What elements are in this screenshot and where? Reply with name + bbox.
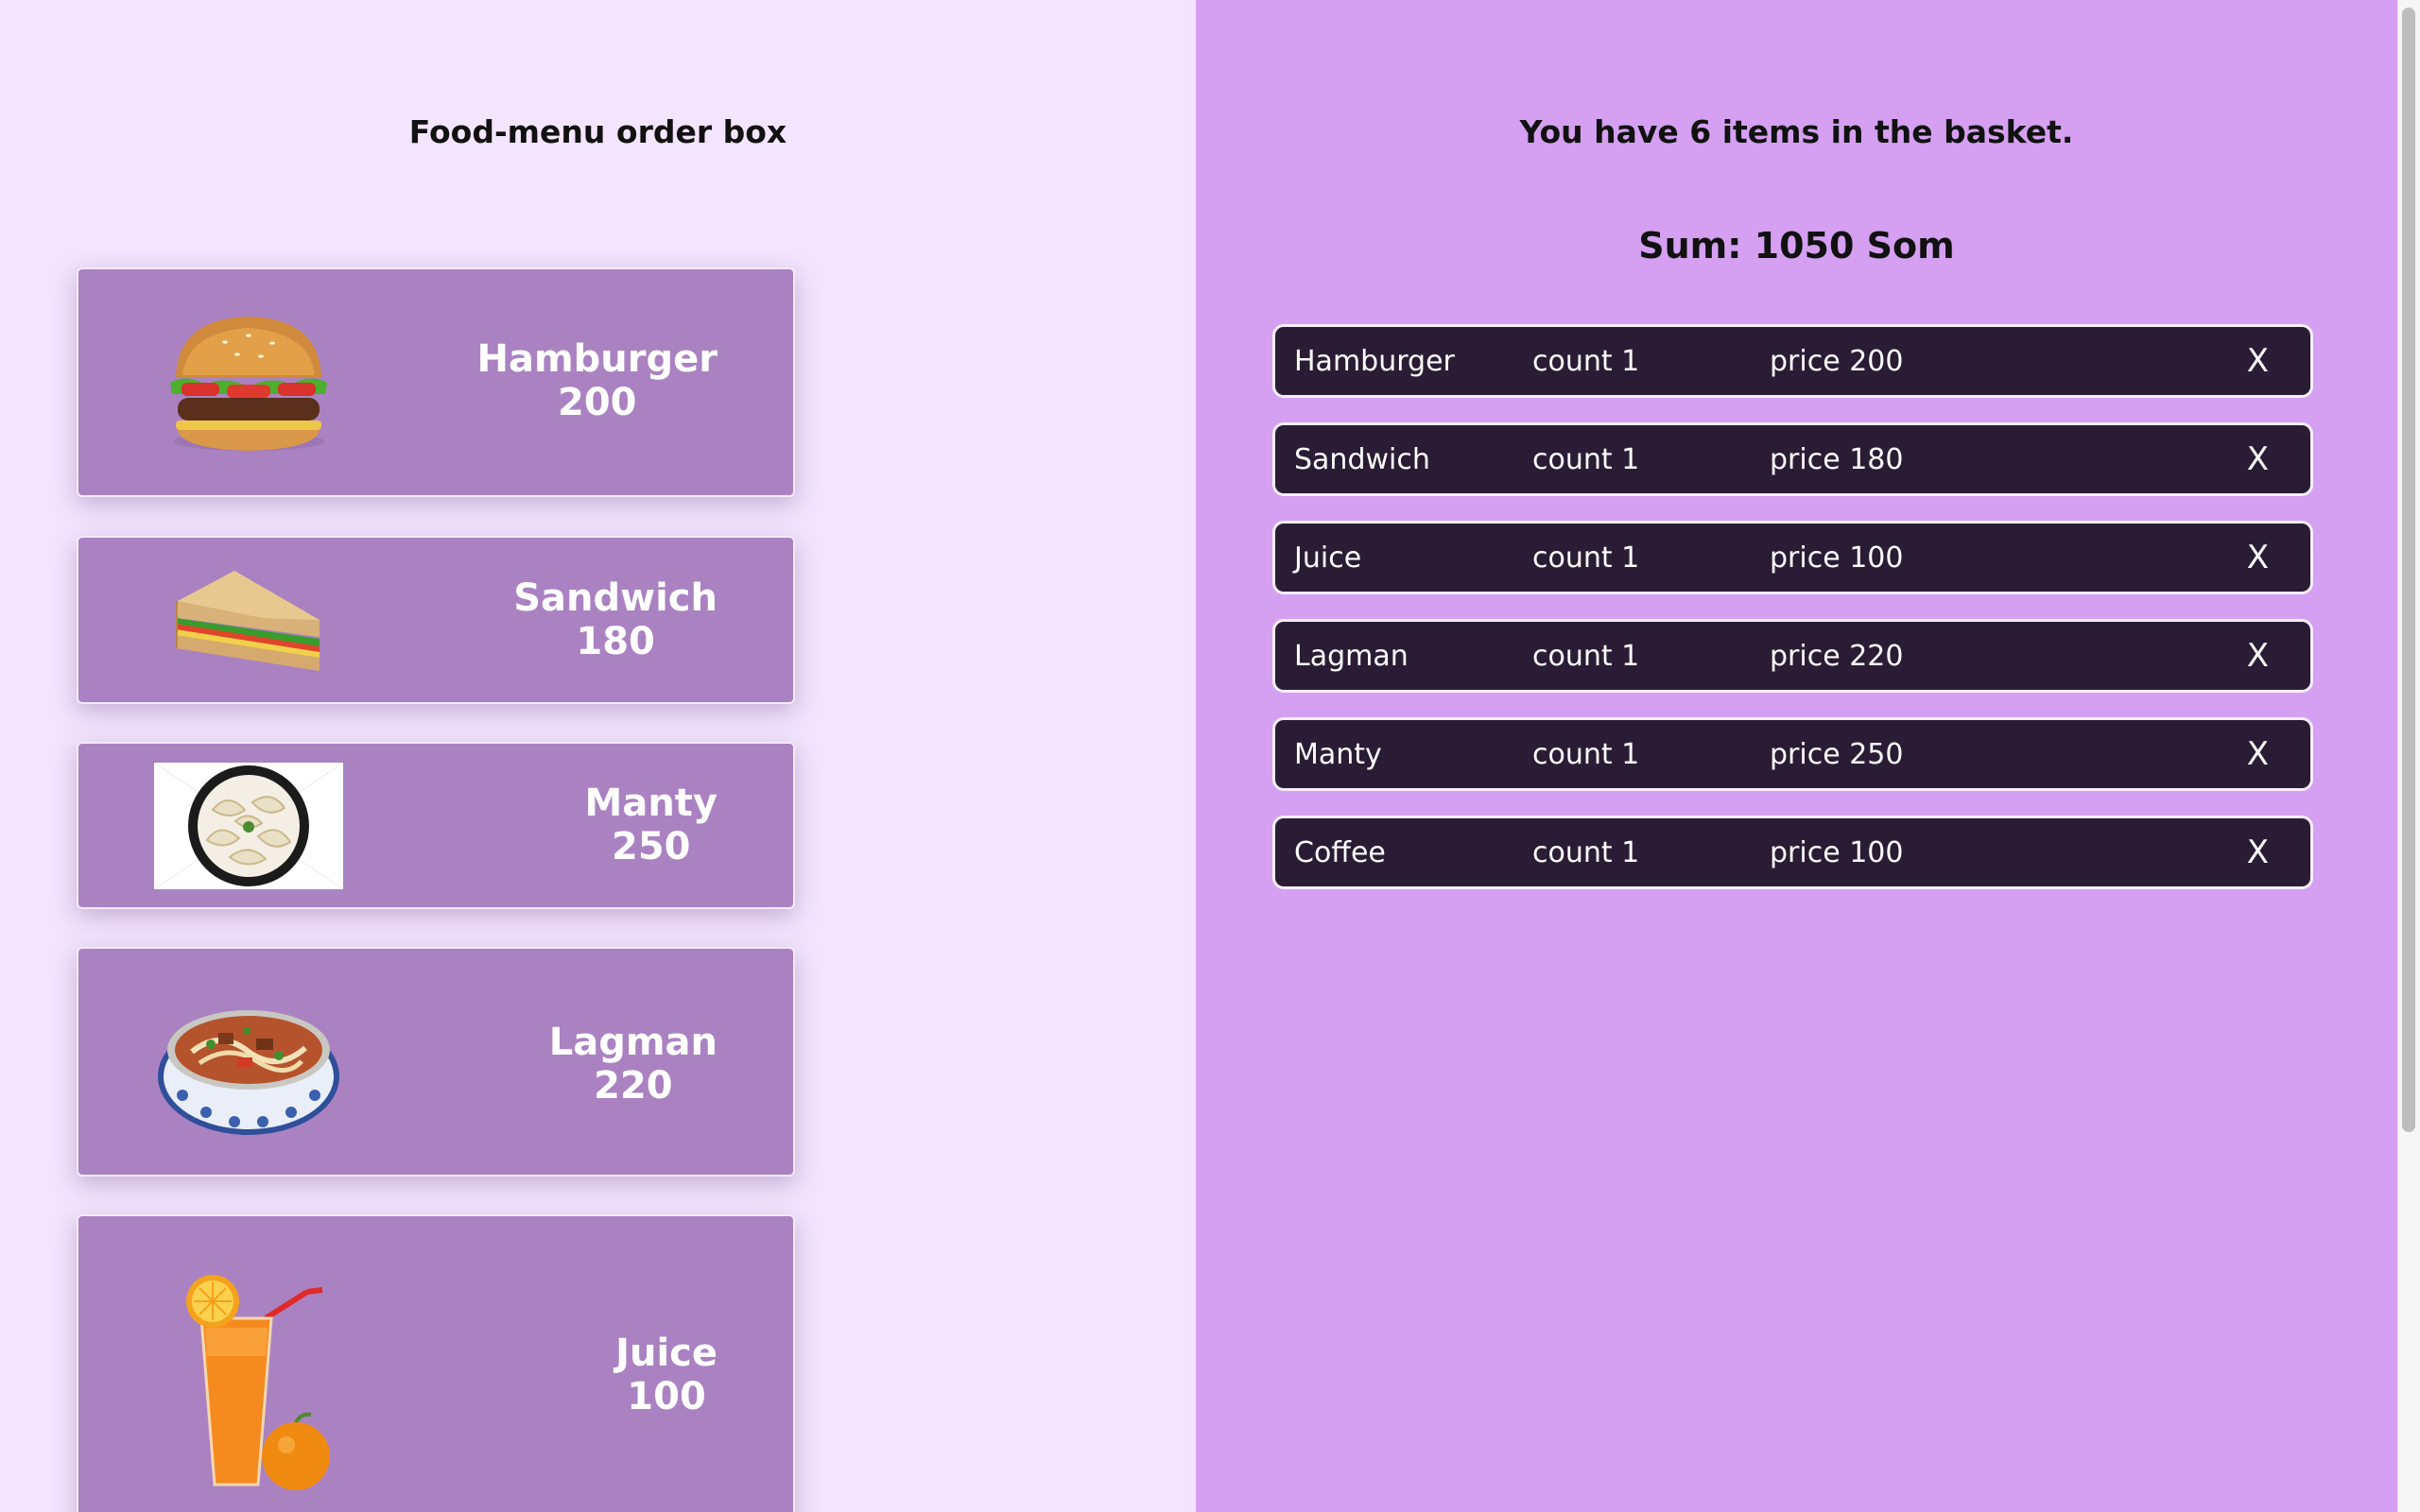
basket-item-price: price 250: [1770, 738, 1904, 771]
menu-card-juice[interactable]: Juice 100: [77, 1214, 795, 1512]
basket-item-name: Sandwich: [1294, 443, 1430, 476]
menu-item-name: Lagman: [548, 1021, 717, 1064]
basket-item-count: count 1: [1532, 345, 1640, 378]
lagman-image: [154, 982, 343, 1143]
menu-item-name: Juice: [615, 1332, 717, 1375]
basket-item-price: price 220: [1770, 640, 1904, 673]
basket-sum: Sum: 1050 Som: [1638, 225, 1955, 266]
basket-row: Manty count 1 price 250 X: [1272, 717, 2313, 791]
basket-panel: You have 6 items in the basket. Sum: 105…: [1196, 0, 2397, 1512]
menu-card-text: Lagman 220: [549, 1021, 717, 1108]
hamburger-image: [154, 300, 343, 465]
menu-card-text: Juice 100: [615, 1332, 717, 1418]
basket-row: Sandwich count 1 price 180 X: [1272, 422, 2313, 496]
menu-item-price: 250: [612, 825, 691, 868]
basket-row: Hamburger count 1 price 200 X: [1272, 324, 2313, 398]
remove-item-button[interactable]: X: [2247, 833, 2269, 871]
menu-card-sandwich[interactable]: Sandwich 180: [77, 536, 795, 704]
page: Food-menu order box Hamburger 200 Sandwi…: [0, 0, 2420, 1512]
menu-card-text: Hamburger 200: [477, 337, 717, 424]
basket-row: Lagman count 1 price 220 X: [1272, 619, 2313, 693]
menu-item-price: 180: [576, 620, 655, 663]
basket-item-count: count 1: [1532, 640, 1640, 673]
basket-item-price: price 200: [1770, 345, 1904, 378]
menu-item-name: Manty: [584, 782, 717, 825]
menu-panel: Food-menu order box Hamburger 200 Sandwi…: [0, 0, 1196, 1512]
juice-image: [154, 1271, 343, 1498]
manty-image: [154, 763, 343, 889]
menu-item-price: 220: [594, 1064, 673, 1108]
basket-item-price: price 100: [1770, 541, 1904, 575]
basket-row: Coffee count 1 price 100 X: [1272, 816, 2313, 889]
basket-item-name: Hamburger: [1294, 345, 1455, 378]
basket-item-name: Juice: [1294, 541, 1362, 575]
menu-title: Food-menu order box: [408, 113, 787, 150]
basket-item-price: price 100: [1770, 836, 1904, 869]
menu-card-text: Manty 250: [585, 782, 717, 868]
menu-card-hamburger[interactable]: Hamburger 200: [77, 267, 795, 497]
menu-card-text: Sandwich 180: [513, 576, 717, 663]
remove-item-button[interactable]: X: [2247, 637, 2269, 675]
basket-item-count: count 1: [1532, 738, 1640, 771]
sandwich-image: [154, 563, 343, 677]
menu-card-lagman[interactable]: Lagman 220: [77, 947, 795, 1177]
menu-item-price: 200: [558, 381, 637, 424]
basket-item-count: count 1: [1532, 443, 1640, 476]
scrollbar-thumb[interactable]: [2402, 8, 2415, 1132]
basket-item-count: count 1: [1532, 541, 1640, 575]
basket-item-name: Coffee: [1294, 836, 1386, 869]
remove-item-button[interactable]: X: [2247, 342, 2269, 380]
basket-item-name: Manty: [1294, 738, 1382, 771]
menu-item-price: 100: [627, 1375, 706, 1418]
basket-item-price: price 180: [1770, 443, 1904, 476]
remove-item-button[interactable]: X: [2247, 440, 2269, 478]
basket-row: Juice count 1 price 100 X: [1272, 521, 2313, 594]
menu-card-manty[interactable]: Manty 250: [77, 742, 795, 909]
remove-item-button[interactable]: X: [2247, 539, 2269, 576]
basket-item-name: Lagman: [1294, 640, 1409, 673]
remove-item-button[interactable]: X: [2247, 735, 2269, 773]
basket-title: You have 6 items in the basket.: [1519, 113, 2074, 150]
basket-item-count: count 1: [1532, 836, 1640, 869]
menu-item-name: Hamburger: [476, 337, 717, 381]
menu-item-name: Sandwich: [513, 576, 717, 620]
